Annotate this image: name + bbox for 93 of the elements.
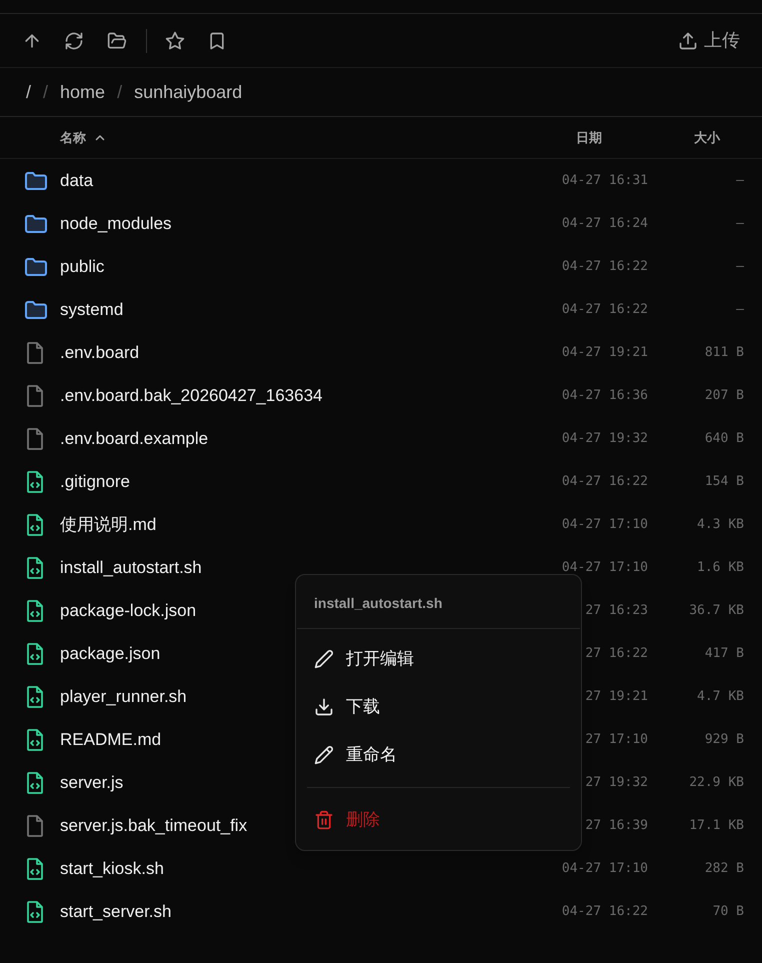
- file-icon: [24, 426, 46, 450]
- code-file-icon: [24, 556, 46, 580]
- code-file-icon: [24, 470, 46, 494]
- code-file-icon: [24, 856, 46, 880]
- date-cell-text: 04-27 19:32: [560, 430, 648, 448]
- file-name[interactable]: .env.board.example: [60, 426, 208, 452]
- file-name[interactable]: package.json: [60, 640, 160, 666]
- file-icon: [24, 384, 46, 408]
- size-cell-text: 17.1 KB: [688, 816, 745, 835]
- code-file-icon: [24, 684, 46, 708]
- column-header[interactable]: 大小: [694, 128, 720, 148]
- file-name[interactable]: start_server.sh: [60, 898, 172, 924]
- date-cell-text: 04-27 16:22: [560, 902, 648, 921]
- code-file-icon: [24, 642, 46, 666]
- file-name[interactable]: install_autostart.sh: [60, 554, 202, 580]
- date-cell-text: 04-27 16:24: [560, 214, 648, 233]
- menu-item[interactable]: 下载: [296, 683, 581, 731]
- date-cell-text: 04-27 17:10: [560, 860, 648, 878]
- breadcrumb-separator: /: [117, 80, 122, 104]
- size-cell-text: 154 B: [704, 472, 745, 491]
- size-cell-text: 4.3 KB: [696, 516, 745, 534]
- file-name[interactable]: .gitignore: [60, 468, 130, 494]
- size-cell-text: 4.7 KB: [696, 688, 745, 706]
- date-cell-text: 04-27 19:21: [560, 344, 648, 362]
- size-cell-text: —: [735, 172, 745, 190]
- date-cell-text: 27 16:22: [584, 644, 648, 663]
- file-name[interactable]: systemd: [60, 296, 124, 322]
- code-file-icon: [24, 512, 46, 536]
- folder-icon: [24, 256, 48, 278]
- column-header[interactable]: 名称: [60, 128, 106, 148]
- star-icon[interactable]: [165, 30, 185, 50]
- file-name[interactable]: .env.board: [60, 340, 140, 366]
- breadcrumb-link[interactable]: sunhaiyboard: [134, 78, 242, 106]
- refresh-icon[interactable]: [64, 30, 84, 50]
- date-cell-text: 04-27 17:10: [560, 516, 648, 534]
- folder-icon: [24, 170, 48, 192]
- pencil-icon: [314, 649, 334, 669]
- code-file-icon: [24, 598, 46, 622]
- date-cell-text: 27 19:21: [584, 688, 648, 706]
- file-name[interactable]: node_modules: [60, 210, 172, 236]
- breadcrumb-link[interactable]: /: [26, 78, 32, 106]
- file-name[interactable]: 使用说明.md: [60, 512, 156, 538]
- breadcrumb-link[interactable]: home: [60, 78, 106, 106]
- file-name[interactable]: server.js.bak_timeout_fix: [60, 812, 248, 838]
- size-cell-text: —: [735, 300, 745, 319]
- file-icon: [24, 814, 46, 838]
- menu-title: install_autostart.sh: [314, 595, 442, 611]
- date-cell-text: 04-27 16:22: [560, 258, 648, 276]
- file-name[interactable]: server.js: [60, 770, 124, 796]
- breadcrumb-separator: /: [43, 80, 48, 104]
- size-cell-text: 417 B: [704, 644, 745, 663]
- code-file-icon: [24, 728, 46, 752]
- date-cell-text: 04-27 16:36: [560, 386, 648, 405]
- size-cell-text: 811 B: [704, 344, 745, 362]
- size-cell-text: 640 B: [704, 430, 745, 448]
- size-cell-text: 36.7 KB: [688, 602, 745, 620]
- file-name[interactable]: .env.board.bak_20260427_163634: [60, 382, 322, 408]
- file-icon: [24, 340, 46, 364]
- date-cell-text: 27 16:39: [584, 816, 648, 835]
- code-file-icon: [24, 900, 46, 924]
- menu-item[interactable]: 重命名: [296, 731, 581, 779]
- download-icon: [314, 697, 334, 717]
- size-cell-text: 70 B: [712, 902, 745, 921]
- date-cell-text: 04-27 16:22: [560, 472, 648, 491]
- trash-icon: [314, 810, 334, 830]
- date-cell-text: 04-27 16:22: [560, 300, 648, 319]
- folder-icon[interactable]: [106, 30, 128, 50]
- file-name[interactable]: package-lock.json: [60, 598, 196, 624]
- folder-icon: [24, 298, 48, 320]
- pencil-icon: [314, 745, 334, 765]
- date-cell-text: 04-27 17:10: [560, 558, 648, 577]
- date-cell-text: 27 19:32: [584, 774, 648, 792]
- size-cell-text: —: [735, 214, 745, 233]
- size-cell-text: 282 B: [704, 860, 745, 878]
- code-file-icon: [24, 770, 46, 794]
- date-cell-text: 27 16:23: [584, 602, 648, 620]
- folder-icon: [24, 212, 48, 234]
- size-cell-text: 22.9 KB: [688, 774, 745, 792]
- date-cell-text: 04-27 16:31: [560, 172, 648, 190]
- menu-item[interactable]: 打开编辑: [296, 635, 581, 683]
- size-cell-text: 1.6 KB: [696, 558, 745, 577]
- file-name[interactable]: start_kiosk.sh: [60, 856, 164, 882]
- size-cell-text: 929 B: [704, 730, 745, 749]
- column-header[interactable]: 日期: [576, 128, 602, 148]
- file-name[interactable]: player_runner.sh: [60, 684, 187, 710]
- date-cell-text: 27 17:10: [584, 730, 648, 749]
- file-name[interactable]: data: [60, 168, 94, 194]
- upload-icon: [678, 30, 698, 50]
- upload-button[interactable]: 上传: [678, 27, 740, 54]
- size-cell-text: 207 B: [704, 386, 745, 405]
- size-cell-text: —: [735, 258, 745, 276]
- file-name[interactable]: README.md: [60, 726, 162, 752]
- file-name[interactable]: public: [60, 254, 104, 280]
